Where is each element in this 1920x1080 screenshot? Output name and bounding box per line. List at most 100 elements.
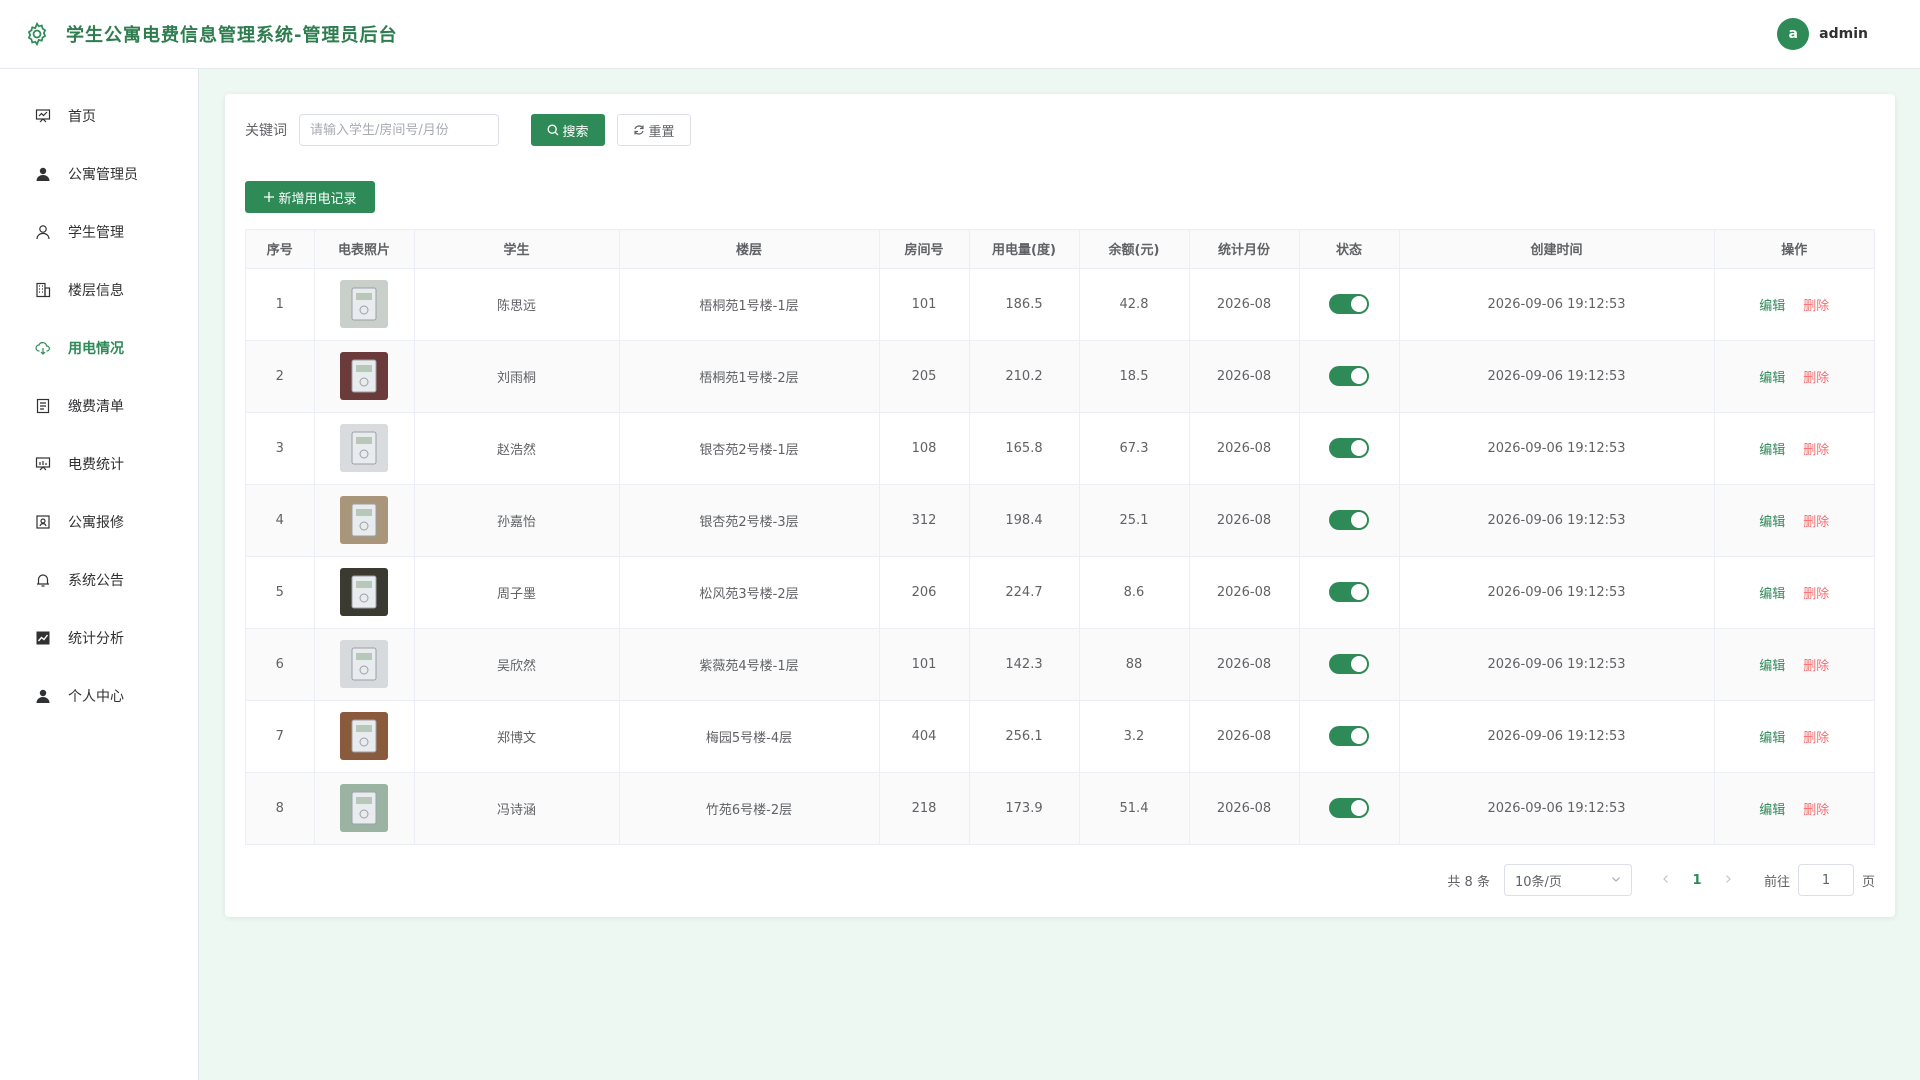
- search-icon: [547, 124, 559, 136]
- chevron-right-icon: [1726, 874, 1731, 883]
- sidebar-item-repairs[interactable]: 公寓报修: [0, 493, 198, 551]
- status-toggle[interactable]: [1329, 654, 1369, 674]
- cell-meter-photo: [314, 484, 415, 557]
- cell-index: 5: [246, 556, 315, 629]
- goto-page-input[interactable]: [1797, 864, 1854, 896]
- delete-button[interactable]: 删除: [1803, 371, 1829, 386]
- home-board-icon: [34, 107, 52, 125]
- table-row: 5 周子墨 松风苑3号楼-2层 206 224.7 8.6 2026-08 2026-09-0…: [246, 556, 1874, 629]
- edit-button[interactable]: 编辑: [1759, 731, 1785, 746]
- cell-index: 6: [246, 628, 315, 701]
- cell-balance: 18.5: [1079, 340, 1190, 413]
- page-number-current[interactable]: 1: [1682, 873, 1712, 888]
- cell-created-time: 2026-09-06 19:12:53: [1399, 628, 1715, 701]
- status-toggle[interactable]: [1329, 510, 1369, 530]
- sidebar-item-students[interactable]: 学生管理: [0, 203, 198, 261]
- cell-floor: 紫薇苑4号楼-1层: [619, 628, 880, 701]
- delete-button[interactable]: 删除: [1803, 659, 1829, 674]
- edit-button[interactable]: 编辑: [1759, 515, 1785, 530]
- main-card: 关键词 搜索 重置 新增用电记录 序号电表: [225, 94, 1895, 917]
- board-chart-icon: [34, 455, 52, 473]
- delete-button[interactable]: 删除: [1803, 299, 1829, 314]
- sidebar-item-home[interactable]: 首页: [0, 87, 198, 145]
- status-toggle[interactable]: [1329, 366, 1369, 386]
- sidebar-item-analytics[interactable]: 统计分析: [0, 609, 198, 667]
- delete-button[interactable]: 删除: [1803, 515, 1829, 530]
- prev-page-button[interactable]: [1654, 873, 1678, 888]
- sidebar-item-electricity[interactable]: 用电情况: [0, 319, 198, 377]
- add-record-button[interactable]: 新增用电记录: [245, 181, 375, 213]
- cell-balance: 25.1: [1079, 484, 1190, 557]
- meter-photo-thumbnail[interactable]: [340, 496, 388, 544]
- cell-usage: 165.8: [969, 412, 1080, 485]
- page-size-select[interactable]: 10条/页: [1503, 864, 1632, 896]
- reset-button[interactable]: 重置: [617, 114, 691, 146]
- cell-balance: 8.6: [1079, 556, 1190, 629]
- status-toggle[interactable]: [1329, 582, 1369, 602]
- cell-meter-photo: [314, 556, 415, 629]
- meter-photo-thumbnail[interactable]: [340, 424, 388, 472]
- sidebar-item-floors[interactable]: 楼层信息: [0, 261, 198, 319]
- meter-photo-thumbnail[interactable]: [340, 640, 388, 688]
- column-header: 序号: [246, 230, 315, 269]
- next-page-button[interactable]: [1716, 873, 1740, 888]
- sidebar-item-announcements[interactable]: 系统公告: [0, 551, 198, 609]
- search-input[interactable]: [299, 114, 499, 146]
- user-menu[interactable]: a admin: [1777, 18, 1868, 50]
- cell-balance: 67.3: [1079, 412, 1190, 485]
- edit-button[interactable]: 编辑: [1759, 443, 1785, 458]
- cell-floor: 梧桐苑1号楼-2层: [619, 340, 880, 413]
- chevron-down-icon: [1611, 873, 1621, 888]
- avatar[interactable]: a: [1777, 18, 1810, 50]
- cell-student: 冯诗涵: [414, 772, 620, 844]
- electric-meter-icon: [351, 503, 377, 537]
- cell-floor: 梧桐苑1号楼-1层: [619, 268, 880, 341]
- document-icon: [34, 397, 52, 415]
- edit-button[interactable]: 编辑: [1759, 371, 1785, 386]
- search-bar: 关键词 搜索 重置: [245, 114, 691, 146]
- meter-photo-thumbnail[interactable]: [340, 568, 388, 616]
- delete-button[interactable]: 删除: [1803, 731, 1829, 746]
- cell-student: 郑博文: [414, 700, 620, 773]
- status-toggle[interactable]: [1329, 726, 1369, 746]
- cell-status: [1299, 628, 1400, 701]
- add-record-label: 新增用电记录: [278, 191, 357, 207]
- cell-room: 206: [879, 556, 970, 629]
- status-toggle[interactable]: [1329, 438, 1369, 458]
- status-toggle[interactable]: [1329, 294, 1369, 314]
- data-table: 序号 电表照片 学生 楼层 房间号 用电量(度) 余额(元) 统计月份 状态 创建时间 操作 1 陈思…: [245, 229, 1875, 845]
- edit-button[interactable]: 编辑: [1759, 659, 1785, 674]
- status-toggle[interactable]: [1329, 798, 1369, 819]
- delete-button[interactable]: 删除: [1803, 803, 1829, 818]
- sidebar-item-apartment-admin[interactable]: 公寓管理员: [0, 145, 198, 203]
- cell-floor: 银杏苑2号楼-3层: [619, 484, 880, 557]
- cell-status: [1299, 556, 1400, 629]
- meter-photo-thumbnail[interactable]: [340, 712, 388, 760]
- sidebar-item-label: 系统公告: [68, 573, 124, 589]
- sidebar-item-payments[interactable]: 缴费清单: [0, 377, 198, 435]
- sidebar-item-fee-stats[interactable]: 电费统计: [0, 435, 198, 493]
- table-row: 3 赵浩然 银杏苑2号楼-1层 108 165.8 67.3 2026-08 2026-09-…: [246, 412, 1874, 485]
- meter-photo-thumbnail[interactable]: [340, 352, 388, 400]
- edit-button[interactable]: 编辑: [1759, 803, 1785, 818]
- delete-button[interactable]: 删除: [1803, 443, 1829, 458]
- sidebar-item-label: 学生管理: [68, 225, 124, 241]
- cell-usage: 173.9: [969, 772, 1080, 844]
- user-filled-icon: [34, 687, 52, 705]
- search-button[interactable]: 搜索: [531, 114, 605, 146]
- cell-index: 8: [246, 772, 315, 844]
- edit-button[interactable]: 编辑: [1759, 587, 1785, 602]
- meter-photo-thumbnail[interactable]: [340, 784, 388, 833]
- cell-student: 孙嘉怡: [414, 484, 620, 557]
- cell-usage: 186.5: [969, 268, 1080, 341]
- sidebar-item-profile[interactable]: 个人中心: [0, 667, 198, 725]
- column-header: 操作: [1714, 230, 1874, 269]
- table-row: 1 陈思远 梧桐苑1号楼-1层 101 186.5 42.8 2026-08 2026-09-…: [246, 268, 1874, 341]
- column-header: 创建时间: [1399, 230, 1715, 269]
- username[interactable]: admin: [1819, 26, 1868, 42]
- cell-student: 赵浩然: [414, 412, 620, 485]
- cell-floor: 竹苑6号楼-2层: [619, 772, 880, 844]
- meter-photo-thumbnail[interactable]: [340, 280, 388, 328]
- delete-button[interactable]: 删除: [1803, 587, 1829, 602]
- edit-button[interactable]: 编辑: [1759, 299, 1785, 314]
